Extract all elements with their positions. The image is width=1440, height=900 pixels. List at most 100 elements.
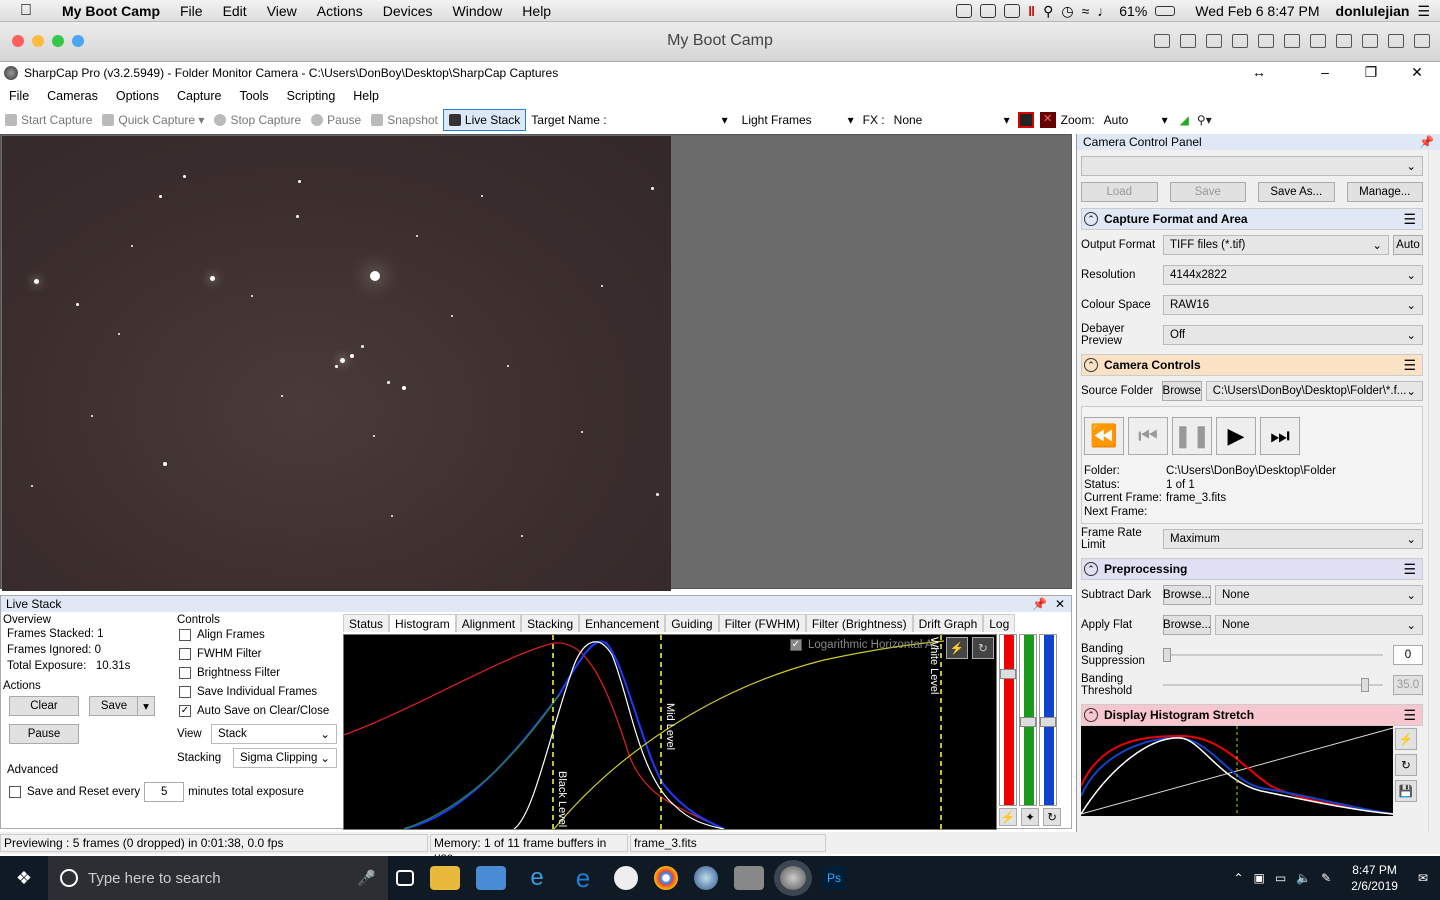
green-slider-thumb[interactable] [1020,717,1036,727]
sound-icon[interactable] [1284,34,1300,48]
photoshop-icon[interactable]: Ps [822,866,846,890]
telescope-icon[interactable] [734,866,764,890]
auto-balance-icon[interactable]: ⚡ [999,808,1017,826]
frame-rate-select[interactable]: Maximum ⌄ [1163,529,1423,549]
pause-button[interactable]: Pause [306,109,366,131]
battery-tray-icon[interactable]: ▭ [1275,871,1286,885]
save-individual-checkbox[interactable] [179,685,191,698]
pin-icon[interactable]: 📌 [1419,134,1434,150]
resolution-select[interactable]: 4144x2822 ⌄ [1163,265,1423,285]
menu-icon[interactable]: ☰ [1403,211,1416,228]
camera-icon[interactable] [1232,34,1248,48]
stretch-histogram-chart[interactable] [1081,726,1393,816]
menu-tools[interactable]: Tools [230,89,277,103]
maximize-button[interactable]: ❐ [1348,62,1394,84]
settings-gear-icon[interactable] [1414,34,1430,48]
mac-user[interactable]: donlulejian [1336,3,1410,19]
edge-icon[interactable]: e [568,865,598,891]
store-icon[interactable] [476,866,506,890]
reset-stretch-icon[interactable]: ↻ [1395,754,1417,776]
microphone-icon[interactable] [1206,34,1222,48]
mac-menu-file[interactable]: File [170,0,213,22]
reset-balance-icon[interactable]: ↻ [1043,808,1061,826]
save-stack-button[interactable]: Save [89,696,139,716]
tab-status[interactable]: Status [343,614,390,632]
brightness-filter-checkbox[interactable] [179,666,191,679]
file-explorer-icon[interactable] [430,866,460,890]
image-viewer[interactable] [0,134,1072,591]
banding-threshold-slider[interactable] [1163,678,1383,692]
apple-icon[interactable]:  [20,2,38,20]
tab-histogram[interactable]: Histogram [389,614,456,632]
next-frame-button[interactable]: ⏭ [1260,417,1300,455]
back-icon[interactable] [1388,34,1404,48]
menu-cameras[interactable]: Cameras [38,89,107,103]
banding-threshold-value[interactable]: 35.0 [1393,675,1423,695]
highlight-icon[interactable] [1017,112,1034,128]
cpu-icon[interactable] [1180,34,1196,48]
manage-profile-button[interactable]: Manage... [1346,182,1423,202]
parallels-icon[interactable]: ‖ [1028,3,1035,19]
battery-percent[interactable]: 61% [1119,3,1147,19]
save-options-dropdown[interactable]: ▾ [137,696,155,716]
blue-slider-thumb[interactable] [1040,717,1056,727]
stop-capture-button[interactable]: Stop Capture [209,109,306,131]
save-stretch-icon[interactable]: 💾 [1395,780,1417,802]
menu-icon[interactable]: ☰ [1403,561,1416,578]
target-name-combo[interactable]: ▾ [611,110,732,130]
taskbar-search-box[interactable]: Type here to search 🎤 [48,856,388,900]
tray-app-icon[interactable] [980,4,997,18]
volume-tray-icon[interactable]: 🔈 [1296,871,1311,885]
pause-stack-button[interactable]: Pause [9,724,79,744]
save-as-profile-button[interactable]: Save As... [1258,182,1335,202]
apply-flat-select[interactable]: None ⌄ [1215,615,1423,635]
pause-playback-button[interactable]: ❚❚ [1172,417,1212,455]
network-icon[interactable]: ▣ [1254,871,1265,885]
mac-menu-view[interactable]: View [257,0,307,22]
sharpcap-taskbar-icon[interactable] [780,866,806,890]
folder-icon[interactable] [1362,34,1378,48]
device-icon[interactable] [1310,34,1326,48]
menu-file[interactable]: File [0,89,38,103]
browse-flat-button[interactable]: Browse... [1163,615,1211,635]
minimize-button[interactable]: – [1302,62,1348,84]
save-reset-minutes[interactable]: 5 [144,782,185,802]
pen-icon[interactable]: ✎ [1321,871,1331,885]
collapse-icon[interactable]: ⌃ [1084,358,1098,372]
preprocessing-section[interactable]: ⌃ Preprocessing ☰ [1081,558,1423,580]
stacking-select[interactable]: Sigma Clipping ⌄ [233,748,337,768]
tab-stacking[interactable]: Stacking [521,614,580,632]
tray-chevron-icon[interactable]: ⌃ [1233,871,1243,885]
log-horizontal-option[interactable]: ✓ Logarithmic Horizontal A... [790,639,942,651]
menu-icon[interactable]: ☰ [1403,707,1416,724]
auto-stretch-icon[interactable]: ⚡ [946,637,968,659]
reticle-icon[interactable]: ✕ [1039,112,1056,128]
histogram-icon[interactable]: ◢ [1180,113,1189,127]
menu-capture[interactable]: Capture [168,89,230,103]
align-frames-checkbox[interactable] [179,628,191,641]
mac-clock[interactable]: Wed Feb 6 8:47 PM [1195,3,1319,19]
mac-menu-devices[interactable]: Devices [373,0,443,22]
colour-space-select[interactable]: RAW16 ⌄ [1163,295,1423,315]
resize-icon[interactable]: ↔ [1252,64,1266,80]
live-stack-histogram[interactable]: Black Level Mid Level White Level ✓ Logar… [343,634,997,830]
save-reset-checkbox[interactable] [9,786,21,798]
zoom-combo[interactable]: Auto ▾ [1099,110,1172,130]
auto-button[interactable]: Auto [1393,235,1423,255]
browse-source-button[interactable]: Browse [1161,381,1202,401]
zoom-tool-icon[interactable]: ⚲▾ [1197,113,1212,127]
keyboard-icon[interactable] [1154,34,1170,48]
mac-menu-edit[interactable]: Edit [213,0,257,22]
star-field-image[interactable] [2,136,671,591]
pin-icon[interactable]: 📌 [1032,596,1047,612]
save-profile-button[interactable]: Save [1169,182,1246,202]
internet-explorer-icon[interactable]: e [522,866,552,890]
auto-stretch-icon[interactable]: ⚡ [1395,728,1417,750]
view-select[interactable]: Stack ⌄ [211,724,337,744]
snapshot-button[interactable]: Snapshot [366,109,443,131]
play-button[interactable]: ▶ [1216,417,1256,455]
quick-capture-button[interactable]: Quick Capture ▾ [97,109,209,131]
frame-type-combo[interactable]: Light Frames ▾ [737,110,858,130]
load-profile-button[interactable]: Load [1081,182,1158,202]
camera-panel-scrollbar[interactable] [1428,150,1440,834]
